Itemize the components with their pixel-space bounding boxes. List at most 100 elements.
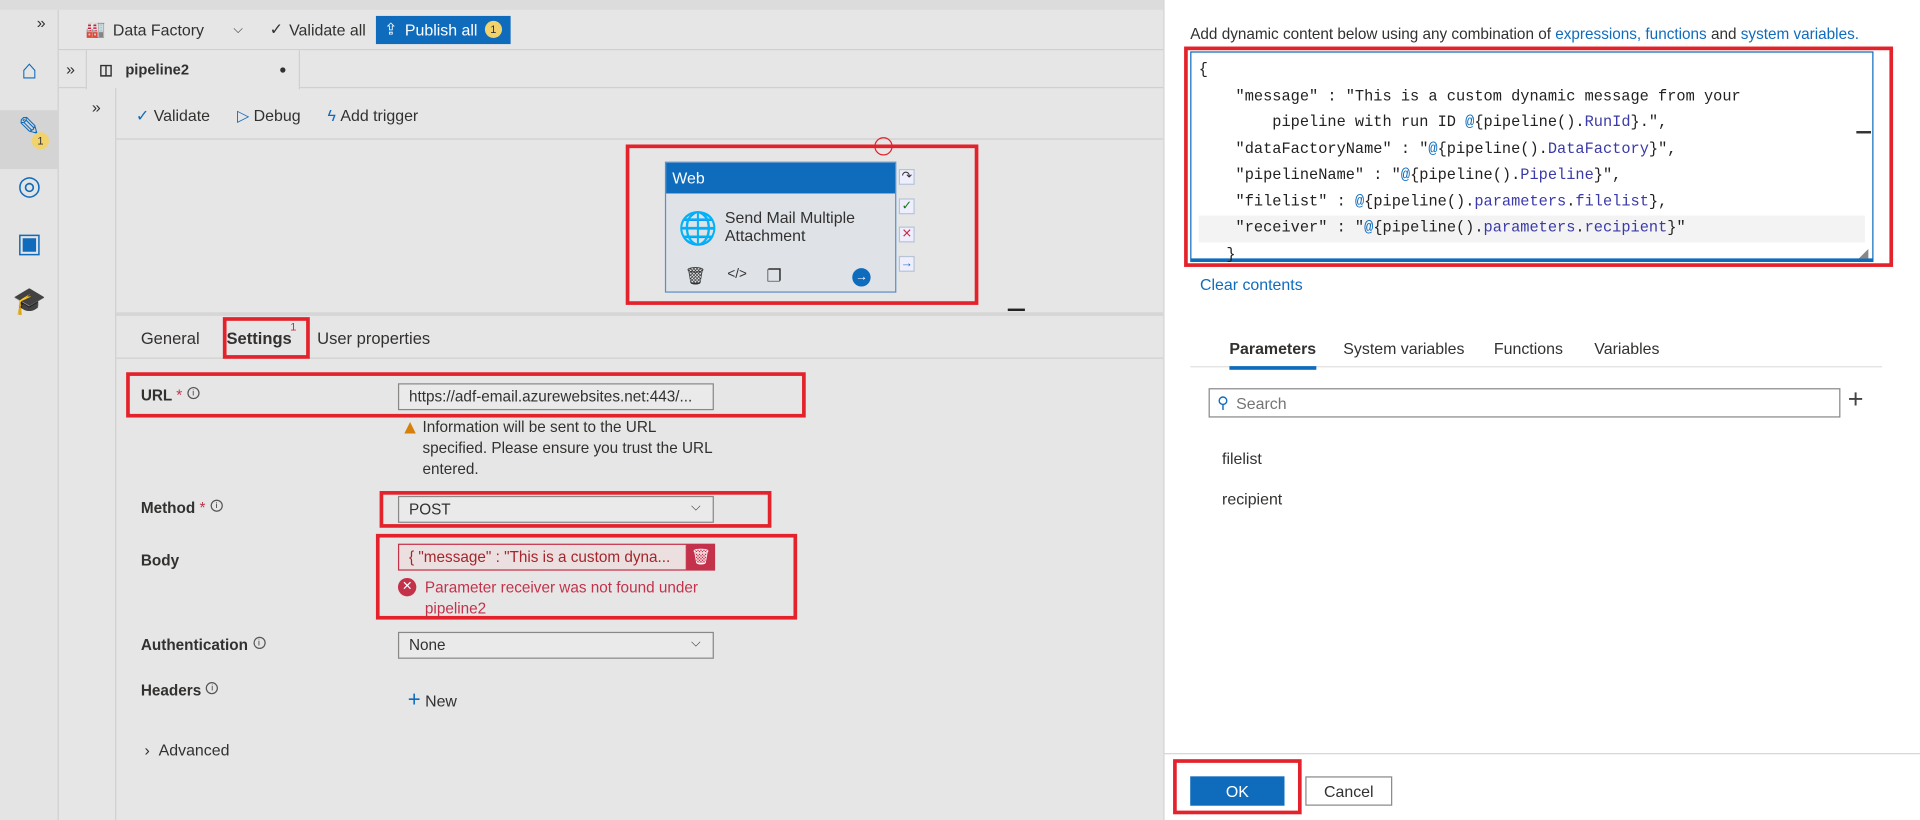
author-pencil-icon[interactable]: ✎ 1 <box>12 110 49 150</box>
code-token: {pipeline(). <box>1437 140 1548 158</box>
expand-resources-icon[interactable]: » <box>66 60 75 78</box>
chevron-down-icon[interactable]: ⌵ <box>233 23 242 36</box>
method-label-text: Method <box>140 499 196 517</box>
code-token: "filelist" : <box>1198 192 1355 211</box>
method-label: Method * i <box>140 499 223 517</box>
skip-connector-icon[interactable]: ↷ <box>898 168 915 185</box>
factory-name: Data Factory <box>112 20 205 39</box>
failure-connector-icon[interactable]: ✕ <box>898 226 915 243</box>
tab-user-properties[interactable]: User properties <box>317 329 430 347</box>
search-input[interactable] <box>1236 393 1726 413</box>
publish-icon: ⇪ <box>384 19 398 38</box>
tab-pipeline2[interactable]: ◫ pipeline2 ● <box>85 50 301 90</box>
publish-all-button[interactable]: ⇪ Publish all 1 <box>375 15 511 44</box>
chevron-down-icon: ⌵ <box>691 636 701 651</box>
web-activity[interactable]: Web 🌐 Send Mail Multiple Attachment 🗑 </… <box>664 161 897 293</box>
method-value: POST <box>408 500 451 518</box>
code-token: "dataFactoryName" : " <box>1198 140 1429 158</box>
resize-handle[interactable] <box>1007 308 1025 312</box>
tab-system-variables[interactable]: System variables <box>1343 339 1464 357</box>
body-input[interactable]: { "message" : "This is a custom dyna... <box>397 543 687 571</box>
code-line: pipeline with run ID @{pipeline().RunId}… <box>1199 110 1865 136</box>
parameter-item[interactable]: filelist <box>1222 449 1262 467</box>
code-token: @ <box>1428 140 1438 158</box>
url-warning-text: Information will be sent to the URL spec… <box>422 418 713 478</box>
panel-intro: Add dynamic content below using any comb… <box>1190 26 1859 43</box>
search-icon: ⚲ <box>1217 393 1229 412</box>
expand-activities-icon[interactable]: » <box>86 88 115 126</box>
publish-count-badge: 1 <box>484 20 502 38</box>
footer-divider <box>1163 753 1920 755</box>
highlight-settings <box>222 317 310 359</box>
validate-button[interactable]: ✓ Validate <box>136 106 210 126</box>
system-variables-link[interactable]: system variables. <box>1741 26 1859 43</box>
add-trigger-button[interactable]: ϟ Add trigger <box>327 107 418 125</box>
clear-body-trash-icon[interactable]: 🗑 <box>686 543 716 571</box>
expression-editor[interactable]: { "message" : "This is a custom dynamic … <box>1190 51 1874 263</box>
code-token: @ <box>1400 166 1411 184</box>
method-select[interactable]: POST ⌵ <box>397 495 714 523</box>
tab-parameters[interactable]: Parameters <box>1229 339 1317 370</box>
tab-label: pipeline2 <box>125 61 190 79</box>
new-header-button[interactable]: + New <box>408 687 457 713</box>
code-token: @ <box>1354 192 1365 211</box>
copy-icon[interactable]: ❐ <box>767 266 782 287</box>
authentication-select[interactable]: None ⌵ <box>397 631 714 659</box>
headers-label-text: Headers <box>140 682 202 700</box>
code-token: {pipeline(). <box>1373 219 1484 237</box>
ok-button[interactable]: OK <box>1190 776 1285 806</box>
completion-connector-icon[interactable]: → <box>898 255 915 272</box>
tab-general[interactable]: General <box>141 329 200 347</box>
code-token: }", <box>1593 166 1622 184</box>
publish-all-label: Publish all <box>404 20 478 39</box>
body-label: Body <box>140 552 180 570</box>
error-icon: ✕ <box>397 577 417 597</box>
chevron-right-icon: › <box>144 740 159 760</box>
debug-button[interactable]: ▷ Debug <box>237 106 301 126</box>
code-token: }" <box>1667 219 1686 237</box>
delete-icon[interactable]: 🗑 <box>684 266 706 287</box>
validate-label: Validate <box>153 105 211 125</box>
code-token: { <box>1198 61 1208 79</box>
tab-variables[interactable]: Variables <box>1594 339 1659 357</box>
advanced-toggle[interactable]: › Advanced <box>144 741 229 759</box>
code-line: "pipelineName" : "@{pipeline().Pipeline}… <box>1199 163 1865 189</box>
code-token: parameters <box>1483 219 1576 237</box>
left-rail: » ⌂ ✎ 1 ◎ ▣ 🎓 <box>0 9 59 820</box>
code-token: . <box>1566 192 1576 211</box>
pipeline-toolbar: ✓ Validate ▷ Debug ϟ Add trigger <box>116 93 1164 140</box>
success-connector-icon[interactable]: ✓ <box>898 198 915 215</box>
url-label: URL * i <box>141 386 200 405</box>
tab-functions[interactable]: Functions <box>1494 339 1563 357</box>
monitor-icon[interactable]: ◎ <box>12 169 46 203</box>
expand-rail-icon[interactable]: » <box>37 13 46 31</box>
cancel-button[interactable]: Cancel <box>1305 776 1393 806</box>
unsaved-dot-icon: ● <box>279 63 287 77</box>
validate-all-button[interactable]: ✓ Validate all <box>270 20 366 40</box>
code-token: }, <box>1648 192 1668 211</box>
learn-hat-icon[interactable]: 🎓 <box>12 284 47 318</box>
add-parameter-plus-icon[interactable]: + <box>1848 383 1864 415</box>
url-input[interactable]: https://adf-email.azurewebsites.net:443/… <box>397 383 714 411</box>
parameter-item[interactable]: recipient <box>1222 490 1282 508</box>
resize-grip-icon[interactable]: ◢ <box>1859 247 1868 260</box>
code-token: @ <box>1465 113 1475 132</box>
clear-contents-link[interactable]: Clear contents <box>1200 276 1303 294</box>
advanced-label: Advanced <box>158 740 230 760</box>
code-token: "message" : "This is a custom dynamic me… <box>1198 87 1741 105</box>
manage-toolbox-icon[interactable]: ▣ <box>12 227 46 261</box>
code-line: "dataFactoryName" : "@{pipeline().DataFa… <box>1199 137 1865 163</box>
parameter-search[interactable]: ⚲ <box>1208 388 1841 418</box>
arrow-right-icon[interactable]: → <box>852 268 871 287</box>
home-icon[interactable]: ⌂ <box>12 53 46 87</box>
code-line: "filelist" : @{pipeline().parameters.fil… <box>1199 189 1865 215</box>
play-icon: ▷ <box>236 105 254 125</box>
required-mark: * <box>176 386 183 405</box>
new-label: New <box>425 691 457 711</box>
expressions-functions-link[interactable]: expressions, functions <box>1555 26 1706 43</box>
code-token: {pipeline(). <box>1474 113 1585 132</box>
code-icon[interactable]: </> <box>727 267 746 282</box>
data-factory-selector[interactable]: 🏭 Data Factory <box>86 20 204 40</box>
auth-label-text: Authentication <box>140 636 248 654</box>
scrollbar-thumb[interactable] <box>1856 131 1872 134</box>
